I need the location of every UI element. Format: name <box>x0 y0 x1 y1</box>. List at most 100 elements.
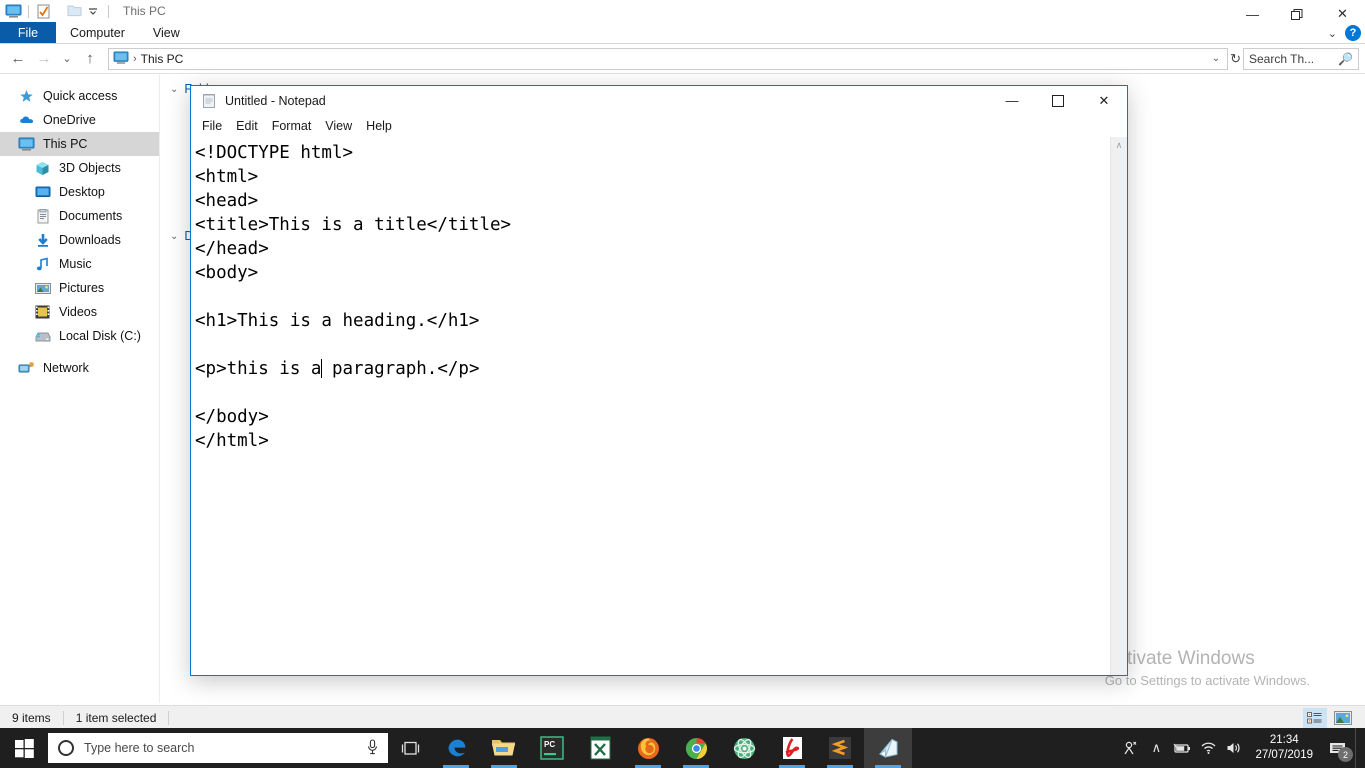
sidebar-item-desktop[interactable]: Desktop <box>0 180 159 204</box>
status-bar: 9 items 1 item selected <box>0 705 1365 730</box>
taskbar-app-file-explorer[interactable] <box>480 728 528 768</box>
sidebar-item-label: Pictures <box>59 281 105 295</box>
taskbar-search-input[interactable]: Type here to search <box>48 733 388 763</box>
large-icons-view-button[interactable] <box>1331 708 1355 728</box>
back-button[interactable]: ← <box>6 47 30 71</box>
sidebar-item-pictures[interactable]: Pictures <box>0 276 159 300</box>
breadcrumb-text[interactable]: This PC <box>141 52 184 66</box>
sidebar-item-label: Quick access <box>43 89 118 103</box>
tab-computer[interactable]: Computer <box>56 22 139 43</box>
notepad-editor-area[interactable]: <!DOCTYPE html> <html> <head> <title>Thi… <box>191 137 1127 675</box>
sidebar-item-quick-access[interactable]: Quick access <box>0 84 159 108</box>
documents-icon <box>34 208 51 225</box>
toolbar-divider-2 <box>59 5 60 18</box>
search-placeholder: Search Th... <box>1249 51 1315 66</box>
notification-badge: 2 <box>1338 747 1353 762</box>
details-view-button[interactable] <box>1303 708 1327 728</box>
notifications-button[interactable]: 2 <box>1321 728 1355 768</box>
chevron-down-icon: ⌄ <box>170 83 179 95</box>
sidebar-item-this-pc[interactable]: This PC <box>0 132 159 156</box>
sidebar-item-downloads[interactable]: Downloads <box>0 228 159 252</box>
status-item-count: 9 items <box>12 711 51 725</box>
notepad-scrollbar[interactable]: ∧ <box>1110 137 1127 675</box>
sidebar-item-label: 3D Objects <box>59 161 121 175</box>
notepad-text-before-caret: <!DOCTYPE html> <html> <head> <title>Thi… <box>195 143 512 379</box>
people-icon[interactable] <box>1117 728 1143 768</box>
scroll-up-icon[interactable]: ∧ <box>1116 137 1123 151</box>
tab-view[interactable]: View <box>139 22 194 43</box>
taskbar-app-edge[interactable] <box>432 728 480 768</box>
sidebar-item-music[interactable]: Music <box>0 252 159 276</box>
taskbar-app-pycharm[interactable]: PC <box>528 728 576 768</box>
sidebar-item-videos[interactable]: Videos <box>0 300 159 324</box>
videos-icon <box>34 304 51 321</box>
sidebar-item-network[interactable]: Network <box>0 356 159 380</box>
tab-file[interactable]: File <box>0 22 56 43</box>
navigation-pane: Quick access OneDrive This PC 3D Objects… <box>0 74 159 703</box>
recent-locations-button[interactable]: ⌄ <box>58 47 76 71</box>
address-bar: ← → ⌄ ↑ › This PC ⌄ ↻ Search Th... 🔍 <box>0 44 1365 74</box>
breadcrumb[interactable]: › This PC ⌄ <box>108 47 1229 70</box>
properties-icon[interactable] <box>35 2 53 20</box>
start-button[interactable] <box>0 728 48 768</box>
chevron-down-icon[interactable]: ⌄ <box>1328 27 1337 40</box>
sidebar-item-onedrive[interactable]: OneDrive <box>0 108 159 132</box>
quick-access-toolbar <box>0 2 115 20</box>
new-folder-icon[interactable] <box>66 2 84 20</box>
battery-icon[interactable] <box>1169 728 1195 768</box>
task-view-button[interactable] <box>388 728 432 768</box>
taskbar-search-placeholder: Type here to search <box>84 741 195 755</box>
menu-edit[interactable]: Edit <box>229 116 265 137</box>
sidebar-item-3d-objects[interactable]: 3D Objects <box>0 156 159 180</box>
sidebar-item-label: Documents <box>59 209 123 223</box>
sidebar-item-label: Network <box>43 361 89 375</box>
volume-icon[interactable] <box>1221 728 1247 768</box>
clock[interactable]: 21:34 27/07/2019 <box>1247 733 1321 763</box>
ribbon-tabs: File Computer View ⌄ ? <box>0 22 1365 44</box>
cloud-icon <box>18 112 35 129</box>
customize-dropdown-icon[interactable] <box>84 2 102 20</box>
notepad-close-button[interactable]: ✕ <box>1081 86 1127 115</box>
notepad-window: Untitled - Notepad — ✕ File Edit Format … <box>190 85 1128 676</box>
notepad-menubar: File Edit Format View Help <box>191 116 1127 137</box>
notepad-text[interactable]: <!DOCTYPE html> <html> <head> <title>Thi… <box>191 137 1110 675</box>
this-pc-icon[interactable] <box>4 2 22 20</box>
menu-view[interactable]: View <box>318 116 359 137</box>
taskbar-app-sublime-text[interactable] <box>816 728 864 768</box>
notepad-minimize-button[interactable]: — <box>989 86 1035 115</box>
taskbar-app-notepad[interactable] <box>864 728 912 768</box>
menu-help[interactable]: Help <box>359 116 399 137</box>
show-desktop-button[interactable] <box>1355 728 1361 768</box>
microphone-icon[interactable] <box>367 738 378 758</box>
sidebar-item-local-disk-c[interactable]: Local Disk (C:) <box>0 324 159 348</box>
chevron-down-icon: ⌄ <box>170 230 179 242</box>
taskbar-app-atom[interactable] <box>720 728 768 768</box>
taskbar-app-firefox[interactable] <box>624 728 672 768</box>
notepad-maximize-button[interactable] <box>1035 86 1081 115</box>
view-buttons <box>1303 708 1365 728</box>
taskbar-app-adobe-reader[interactable] <box>768 728 816 768</box>
up-button[interactable]: ↑ <box>78 47 102 71</box>
network-icon <box>18 360 35 377</box>
notepad-titlebar[interactable]: Untitled - Notepad — ✕ <box>191 86 1127 116</box>
menu-format[interactable]: Format <box>265 116 319 137</box>
taskbar-app-chrome[interactable] <box>672 728 720 768</box>
search-icon: 🔍 <box>1338 51 1353 66</box>
help-icon[interactable]: ? <box>1345 25 1361 41</box>
menu-file[interactable]: File <box>195 116 229 137</box>
refresh-button[interactable]: ↻ <box>1230 51 1241 67</box>
sidebar-item-documents[interactable]: Documents <box>0 204 159 228</box>
sidebar-item-label: OneDrive <box>43 113 96 127</box>
forward-button[interactable]: → <box>32 47 56 71</box>
taskbar-app-excel[interactable] <box>576 728 624 768</box>
sidebar-item-label: Videos <box>59 305 97 319</box>
search-input[interactable]: Search Th... 🔍 <box>1243 47 1359 70</box>
wifi-icon[interactable] <box>1195 728 1221 768</box>
this-pc-icon <box>113 50 129 67</box>
svg-text:PC: PC <box>544 740 555 749</box>
status-divider-2 <box>168 711 170 725</box>
explorer-title: This PC <box>123 4 166 18</box>
show-hidden-icons-chevron-icon[interactable]: ∧ <box>1143 728 1169 768</box>
address-dropdown-icon[interactable]: ⌄ <box>1212 53 1220 64</box>
